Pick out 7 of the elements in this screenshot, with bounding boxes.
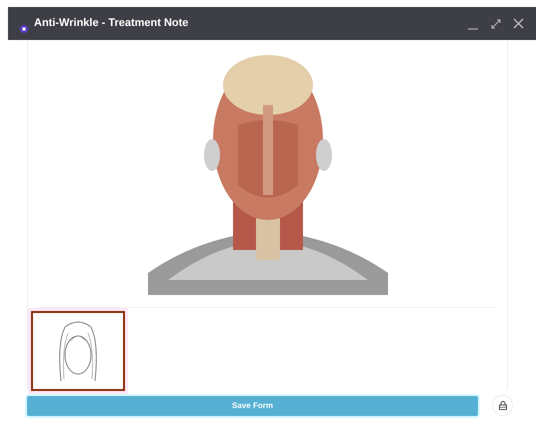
app-icon [20, 24, 28, 32]
lock-button[interactable] [492, 395, 513, 416]
expand-icon[interactable] [491, 18, 501, 28]
close-icon[interactable] [513, 18, 524, 29]
save-button[interactable]: Save Form [27, 396, 478, 416]
window-title: Anti-Wrinkle - Treatment Note [34, 16, 188, 32]
lock-icon [498, 401, 506, 410]
